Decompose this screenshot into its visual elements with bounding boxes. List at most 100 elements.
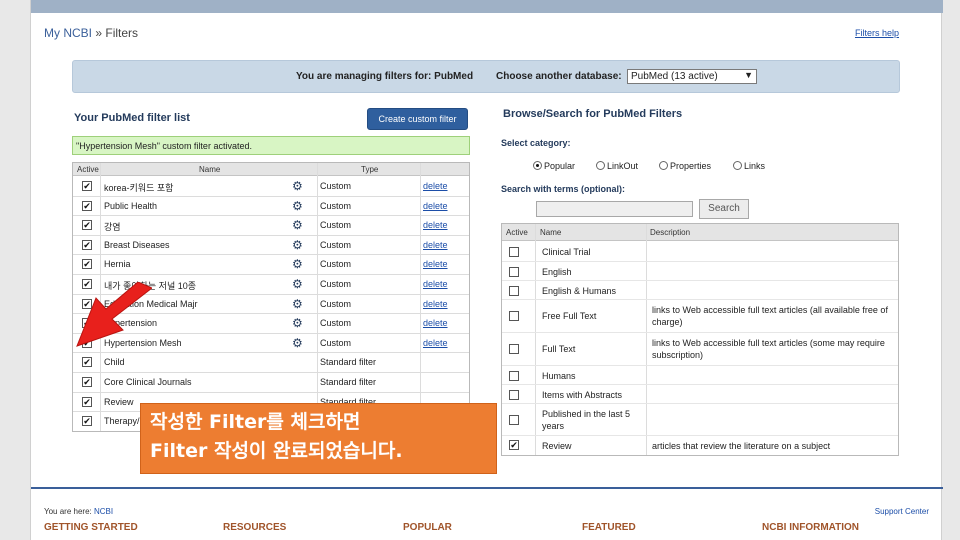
delete-link[interactable]: delete bbox=[423, 259, 448, 269]
available-filter-name: Humans bbox=[542, 371, 576, 381]
category-radio-linkout[interactable]: LinkOut bbox=[596, 161, 638, 171]
category-radio-properties[interactable]: Properties bbox=[659, 161, 711, 171]
filter-checkbox[interactable]: ✔ bbox=[82, 200, 92, 211]
gear-icon[interactable]: ⚙ bbox=[292, 199, 303, 213]
database-select[interactable]: PubMed (13 active) ▼ bbox=[627, 69, 757, 84]
breadcrumb-my-ncbi[interactable]: My NCBI bbox=[44, 26, 92, 40]
filter-name: korea-키워드 포함 bbox=[104, 183, 174, 193]
radio-label: Links bbox=[744, 161, 766, 171]
available-filter-name: Items with Abstracts bbox=[542, 390, 623, 400]
search-button[interactable]: Search bbox=[699, 199, 749, 219]
category-radio-links[interactable]: Links bbox=[733, 161, 765, 171]
available-filter-checkbox[interactable] bbox=[509, 371, 519, 381]
gear-icon[interactable]: ⚙ bbox=[292, 336, 303, 350]
filter-row: ✔ korea-키워드 포함 ⚙ Custom delete bbox=[73, 177, 469, 197]
filter-checkbox[interactable]: ✔ bbox=[82, 259, 92, 270]
filter-name: 강염 bbox=[104, 222, 121, 233]
gear-icon[interactable]: ⚙ bbox=[292, 297, 303, 311]
available-filter-checkbox[interactable] bbox=[509, 311, 519, 321]
gear-icon[interactable]: ⚙ bbox=[292, 257, 303, 271]
available-filter-name: Clinical Trial bbox=[542, 247, 591, 257]
filter-type: Standard filter bbox=[320, 357, 377, 368]
gear-icon[interactable]: ⚙ bbox=[292, 218, 303, 232]
footer-col-ncbi-information[interactable]: NCBI INFORMATION bbox=[762, 522, 859, 533]
gear-icon[interactable]: ⚙ bbox=[292, 277, 303, 291]
instruction-callout: 작성한 Filter를 체크하면 Filter 작성이 완료되었습니다. bbox=[140, 403, 497, 474]
footer-col-featured[interactable]: FEATURED bbox=[582, 522, 636, 533]
gear-icon[interactable]: ⚙ bbox=[292, 316, 303, 330]
footer-location: You are here: NCBI bbox=[44, 507, 113, 516]
gear-icon[interactable]: ⚙ bbox=[292, 238, 303, 252]
available-filter-checkbox[interactable] bbox=[509, 267, 519, 277]
available-filter-row: Clinical Trial bbox=[502, 242, 898, 262]
available-filter-checkbox[interactable] bbox=[509, 390, 519, 400]
filter-checkbox[interactable]: ✔ bbox=[82, 357, 92, 368]
available-filter-row: English bbox=[502, 262, 898, 281]
search-input[interactable] bbox=[536, 201, 693, 217]
filter-type: Custom bbox=[320, 200, 352, 211]
delete-link[interactable]: delete bbox=[423, 201, 448, 211]
choose-database-label: Choose another database: bbox=[496, 71, 622, 82]
footer-divider bbox=[31, 487, 943, 489]
breadcrumb-separator: » bbox=[95, 26, 103, 40]
available-filter-name: English bbox=[542, 267, 572, 277]
breadcrumb: My NCBI » Filters bbox=[44, 26, 138, 40]
chevron-down-icon: ▼ bbox=[744, 70, 753, 80]
filter-checkbox[interactable]: ✔ bbox=[82, 416, 92, 427]
available-filter-checkbox[interactable] bbox=[509, 415, 519, 425]
radio-label: Popular bbox=[544, 161, 576, 171]
footer-col-popular[interactable]: POPULAR bbox=[403, 522, 452, 533]
available-filter-name: Review bbox=[542, 441, 572, 451]
red-arrow-icon bbox=[76, 282, 152, 347]
delete-link[interactable]: delete bbox=[423, 240, 448, 250]
callout-line-1: 작성한 Filter를 체크하면 bbox=[150, 411, 361, 433]
gear-icon[interactable]: ⚙ bbox=[292, 179, 303, 193]
browse-title: Browse/Search for PubMed Filters bbox=[503, 108, 683, 120]
search-terms-label: Search with terms (optional): bbox=[501, 184, 626, 194]
filter-checkbox[interactable]: ✔ bbox=[82, 377, 92, 387]
delete-link[interactable]: delete bbox=[423, 220, 448, 230]
available-filter-checkbox[interactable]: ✔ bbox=[509, 440, 519, 450]
filter-type: Custom bbox=[320, 318, 352, 329]
filter-name: Child bbox=[104, 357, 125, 368]
filter-name: Breast Diseases bbox=[104, 239, 170, 250]
filter-name: Public Health bbox=[104, 200, 158, 211]
filter-type: Standard filter bbox=[320, 377, 377, 387]
filter-list-header: Active Name Type bbox=[73, 163, 469, 176]
filter-checkbox[interactable]: ✔ bbox=[82, 220, 92, 231]
filter-checkbox[interactable]: ✔ bbox=[82, 396, 92, 407]
filter-type: Custom bbox=[320, 298, 352, 309]
support-center-link[interactable]: Support Center bbox=[875, 507, 929, 516]
delete-link[interactable]: delete bbox=[423, 299, 448, 309]
filter-list-title: Your PubMed filter list bbox=[74, 112, 190, 124]
available-filter-name: English & Humans bbox=[542, 286, 617, 296]
delete-link[interactable]: delete bbox=[423, 318, 448, 328]
filter-checkbox[interactable]: ✔ bbox=[82, 181, 92, 191]
filter-type: Custom bbox=[320, 279, 352, 289]
filter-type: Custom bbox=[320, 337, 352, 348]
available-filter-checkbox[interactable] bbox=[509, 286, 519, 296]
footer-col-getting-started[interactable]: GETTING STARTED bbox=[44, 522, 138, 533]
available-filter-row: Full Text links to Web accessible full t… bbox=[502, 333, 898, 366]
available-filter-checkbox[interactable] bbox=[509, 247, 519, 257]
create-custom-filter-button[interactable]: Create custom filter bbox=[367, 108, 468, 130]
delete-link[interactable]: delete bbox=[423, 181, 448, 191]
filter-name: Hernia bbox=[104, 259, 131, 270]
available-filter-checkbox[interactable] bbox=[509, 344, 519, 354]
available-filter-description: links to Web accessible full text articl… bbox=[652, 305, 888, 327]
managing-label: You are managing filters for: PubMed bbox=[296, 71, 474, 82]
radio-selected-icon bbox=[533, 161, 542, 170]
delete-link[interactable]: delete bbox=[423, 338, 448, 348]
available-filter-row: Free Full Text links to Web accessible f… bbox=[502, 300, 898, 333]
here-link-ncbi[interactable]: NCBI bbox=[94, 507, 113, 516]
filter-checkbox[interactable]: ✔ bbox=[82, 239, 92, 250]
available-filters-header: Active Name Description bbox=[502, 224, 898, 241]
delete-link[interactable]: delete bbox=[423, 279, 448, 289]
callout-line-2: Filter 작성이 완료되었습니다. bbox=[150, 440, 403, 462]
footer-col-resources[interactable]: RESOURCES bbox=[223, 522, 286, 533]
filters-help-link[interactable]: Filters help bbox=[855, 28, 899, 38]
available-filter-description: articles that review the literature on a… bbox=[652, 441, 831, 451]
header-name: Name bbox=[199, 165, 221, 174]
header-description: Description bbox=[650, 228, 691, 237]
category-radio-popular[interactable]: Popular bbox=[533, 161, 575, 171]
